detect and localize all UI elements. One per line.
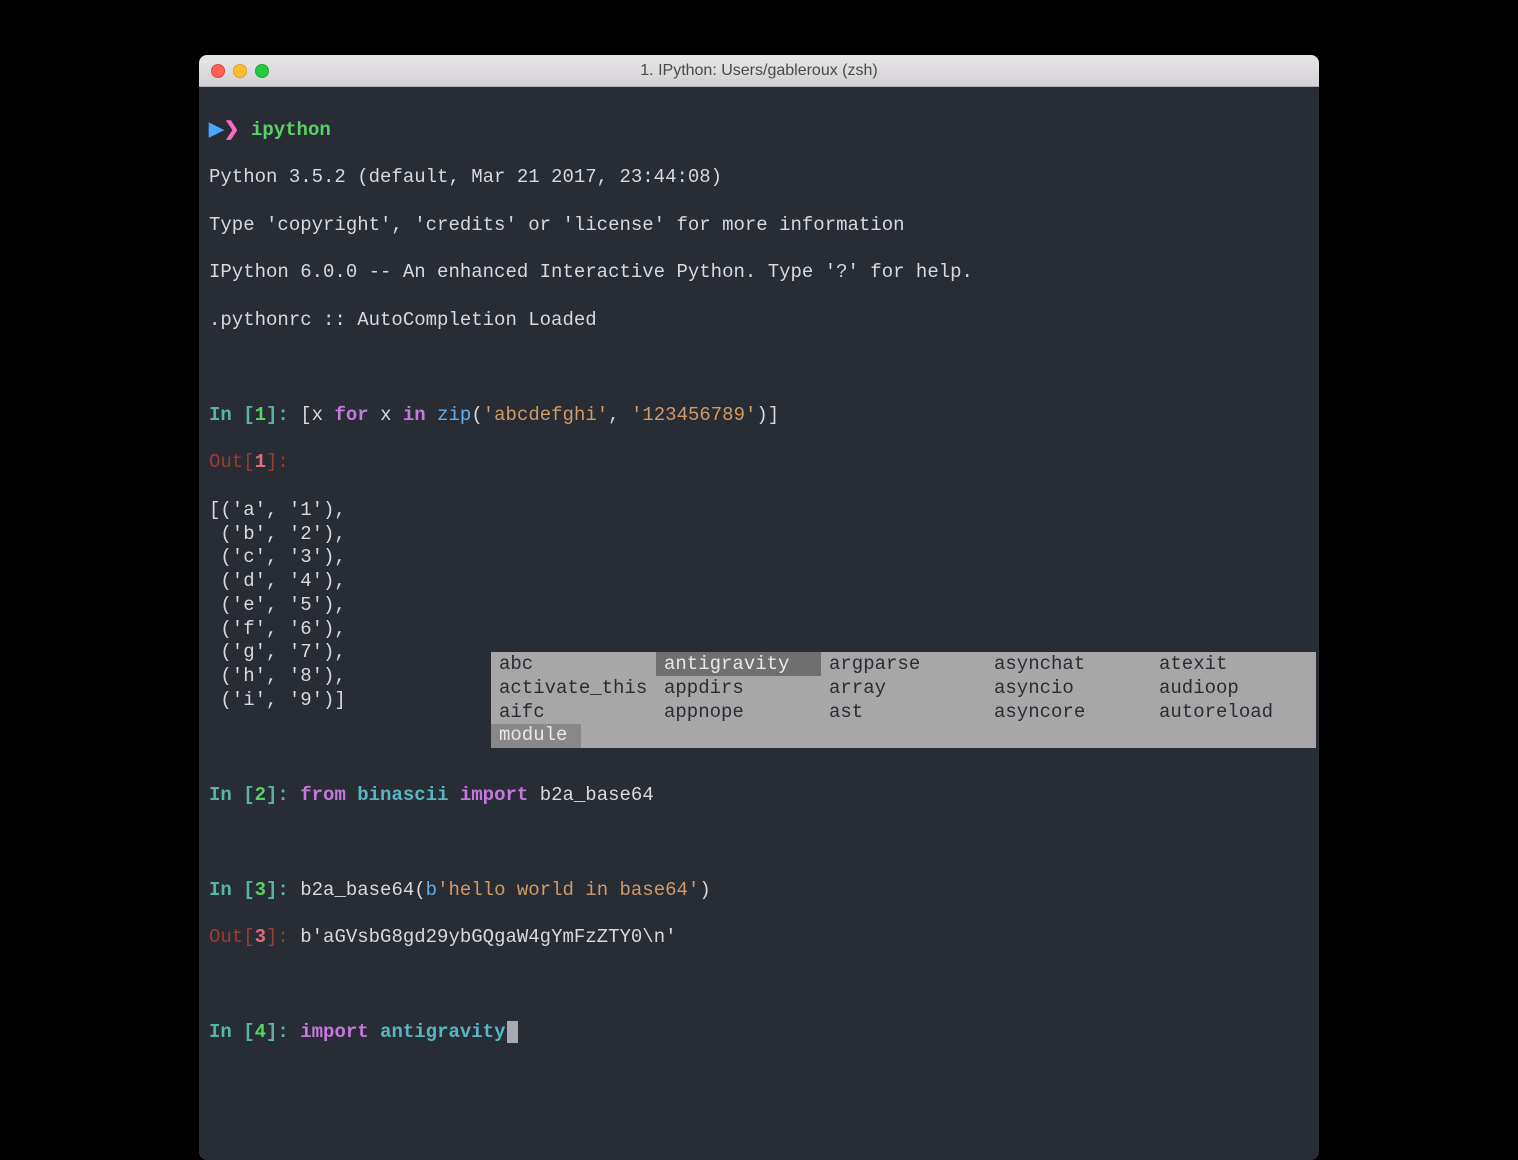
completion-item[interactable]: array	[821, 676, 986, 700]
minimize-icon[interactable]	[233, 64, 247, 78]
out-prompt-3: Out[3]: b'aGVsbG8gd29ybGQgaW4gYmFzZTY0\n…	[209, 926, 1309, 950]
banner-line: .pythonrc :: AutoCompletion Loaded	[209, 309, 1309, 333]
completion-item[interactable]: activate_this	[491, 676, 656, 700]
completion-item-selected[interactable]: antigravity	[656, 652, 821, 676]
terminal-content[interactable]: ▶❯ ipython Python 3.5.2 (default, Mar 21…	[199, 87, 1319, 1160]
banner-line: Python 3.5.2 (default, Mar 21 2017, 23:4…	[209, 166, 1309, 190]
completion-item[interactable]: asyncore	[986, 700, 1151, 724]
completion-item[interactable]: audioop	[1151, 676, 1316, 700]
window-title: 1. IPython: Users/gableroux (zsh)	[640, 62, 877, 80]
banner-line: Type 'copyright', 'credits' or 'license'…	[209, 214, 1309, 238]
prompt-symbol: ❯	[224, 119, 240, 141]
completion-item[interactable]: abc	[491, 652, 656, 676]
completion-meta: module	[491, 724, 581, 748]
in-prompt-4[interactable]: In [4]: import antigravity	[209, 1021, 1309, 1045]
completion-item[interactable]: ast	[821, 700, 986, 724]
close-icon[interactable]	[211, 64, 225, 78]
completion-item[interactable]: asynchat	[986, 652, 1151, 676]
shell-command: ipython	[251, 119, 331, 141]
terminal-window: 1. IPython: Users/gableroux (zsh) ▶❯ ipy…	[199, 55, 1319, 1160]
prompt-arrow-icon: ▶	[209, 119, 224, 141]
completion-item[interactable]: argparse	[821, 652, 986, 676]
in-prompt-1: In [1]: [x for x in zip('abcdefghi', '12…	[209, 404, 1309, 428]
completion-item[interactable]: atexit	[1151, 652, 1316, 676]
banner-line: IPython 6.0.0 -- An enhanced Interactive…	[209, 261, 1309, 285]
completion-item[interactable]: asyncio	[986, 676, 1151, 700]
in-prompt-2: In [2]: from binascii import b2a_base64	[209, 784, 1309, 808]
completion-item[interactable]: autoreload	[1151, 700, 1316, 724]
completion-item[interactable]: aifc	[491, 700, 656, 724]
completion-item[interactable]: appdirs	[656, 676, 821, 700]
completion-popup[interactable]: abc antigravity argparse asynchat atexit…	[491, 652, 1316, 748]
zoom-icon[interactable]	[255, 64, 269, 78]
in-prompt-3: In [3]: b2a_base64(b'hello world in base…	[209, 879, 1309, 903]
traffic-lights	[211, 64, 269, 78]
completion-item[interactable]: appnope	[656, 700, 821, 724]
cursor-icon	[507, 1021, 518, 1043]
titlebar[interactable]: 1. IPython: Users/gableroux (zsh)	[199, 55, 1319, 87]
out-prompt-1: Out[1]:	[209, 451, 1309, 475]
